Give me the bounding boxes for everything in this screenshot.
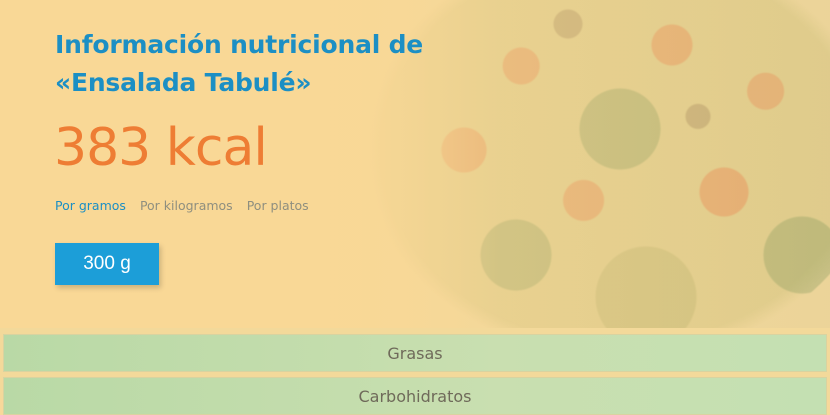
page-title: Información nutricional de «Ensalada Tab… <box>55 30 424 97</box>
hero-section: Información nutricional de «Ensalada Tab… <box>0 0 830 328</box>
unit-tabs: Por gramos Por kilogramos Por platos <box>55 198 309 213</box>
accordion-item-grasas[interactable]: Grasas <box>3 334 827 372</box>
quantity-button[interactable]: 300 g <box>55 243 159 285</box>
tab-por-platos[interactable]: Por platos <box>247 198 309 213</box>
accordion-item-carbohidratos[interactable]: Carbohidratos <box>3 377 827 415</box>
tab-por-gramos[interactable]: Por gramos <box>55 198 126 213</box>
tab-por-kilogramos[interactable]: Por kilogramos <box>140 198 233 213</box>
calories-value: 383 kcal <box>54 118 268 178</box>
nutrient-accordion: Grasas Carbohidratos <box>0 328 830 415</box>
